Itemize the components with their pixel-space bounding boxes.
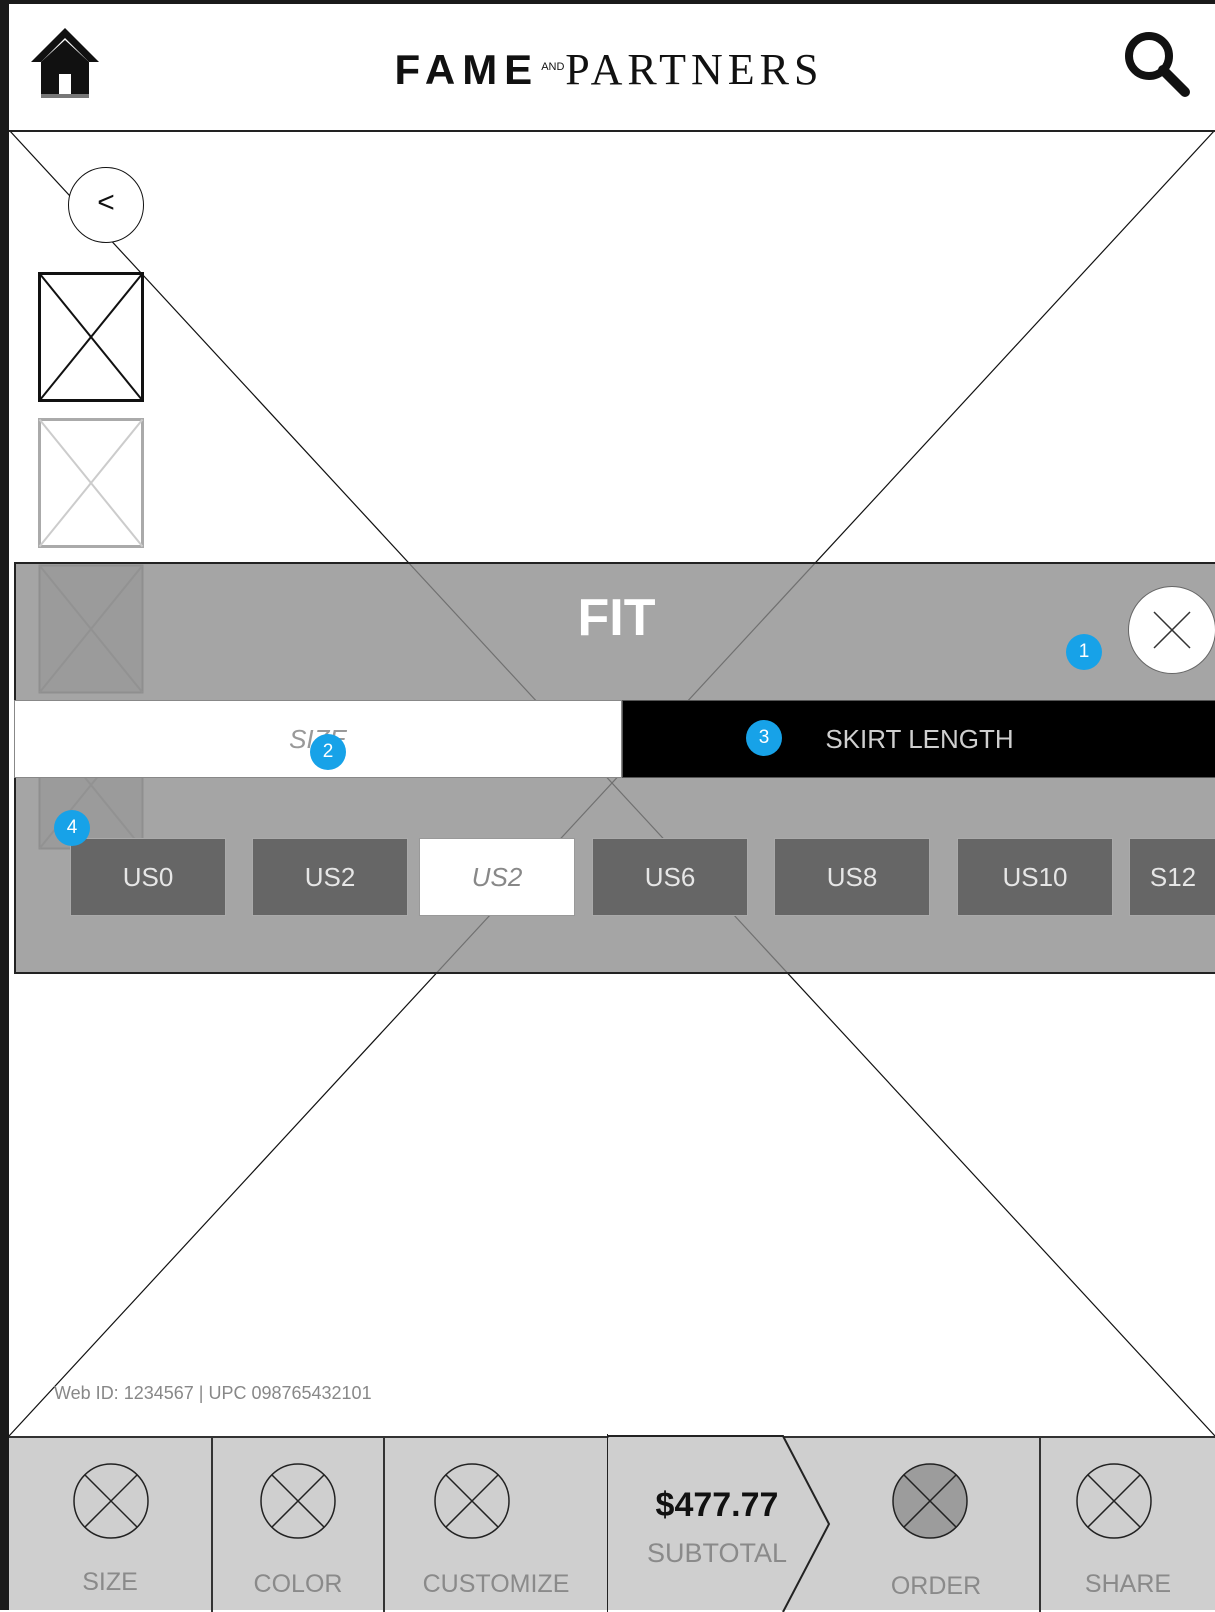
- header: FAME ANDPARTNERS: [9, 4, 1215, 132]
- annotation-badge-2: 2: [310, 734, 346, 770]
- subtotal-price: $477.77: [655, 1486, 779, 1524]
- nav-share[interactable]: SHARE: [1041, 1438, 1215, 1612]
- nav-customize[interactable]: CUSTOMIZE: [385, 1438, 607, 1612]
- size-option-us6[interactable]: US6: [592, 838, 748, 916]
- color-icon: [260, 1463, 336, 1539]
- thumbnail-2[interactable]: [38, 418, 144, 548]
- size-option-us10[interactable]: US10: [957, 838, 1113, 916]
- fit-panel: FIT SIZE SKIRT LENGTH US0 US2 US2 US6 US…: [14, 562, 1215, 974]
- share-icon: [1076, 1463, 1152, 1539]
- bottom-action-bar: SIZE COLOR CUSTOMIZE $477.77 SUBTOTAL OR…: [9, 1434, 1215, 1612]
- search-icon[interactable]: [1119, 26, 1193, 100]
- thumbnail-1[interactable]: [38, 272, 144, 402]
- nav-color[interactable]: COLOR: [213, 1438, 385, 1612]
- annotation-badge-4: 4: [54, 810, 90, 846]
- customize-icon: [434, 1463, 510, 1539]
- nav-customize-label: CUSTOMIZE: [422, 1570, 570, 1598]
- size-option-us12[interactable]: S12: [1129, 838, 1215, 916]
- size-icon: [73, 1463, 149, 1539]
- fit-panel-title: FIT: [577, 589, 656, 647]
- nav-order-label: ORDER: [890, 1572, 982, 1600]
- fit-close-button[interactable]: [1128, 586, 1215, 674]
- tab-skirt-length[interactable]: SKIRT LENGTH: [622, 700, 1215, 778]
- size-option-us2-selected[interactable]: US2: [419, 838, 575, 916]
- size-option-us0[interactable]: US0: [70, 838, 226, 916]
- order-icon: [892, 1463, 968, 1539]
- gallery-back-button[interactable]: <: [68, 167, 144, 243]
- size-option-us8[interactable]: US8: [774, 838, 930, 916]
- close-icon: [1153, 611, 1191, 649]
- subtotal-label: SUBTOTAL: [646, 1538, 788, 1568]
- nav-color-label: COLOR: [253, 1570, 343, 1598]
- annotation-badge-3: 3: [746, 720, 782, 756]
- brand-name-left: FAME: [394, 46, 540, 93]
- brand-logo[interactable]: FAME ANDPARTNERS: [309, 44, 909, 94]
- annotation-badge-1: 1: [1066, 634, 1102, 670]
- nav-size[interactable]: SIZE: [9, 1438, 213, 1612]
- brand-and: AND: [541, 61, 565, 73]
- home-icon[interactable]: [27, 22, 103, 98]
- product-id-text: Web ID: 1234567 | UPC 098765432101: [54, 1383, 372, 1403]
- nav-order[interactable]: ORDER: [833, 1438, 1041, 1612]
- nav-share-label: SHARE: [1084, 1570, 1172, 1598]
- size-option-us2[interactable]: US2: [252, 838, 408, 916]
- subtotal-display: $477.77 SUBTOTAL: [607, 1434, 833, 1612]
- nav-size-label: SIZE: [82, 1568, 138, 1596]
- brand-name-right: PARTNERS: [565, 45, 824, 94]
